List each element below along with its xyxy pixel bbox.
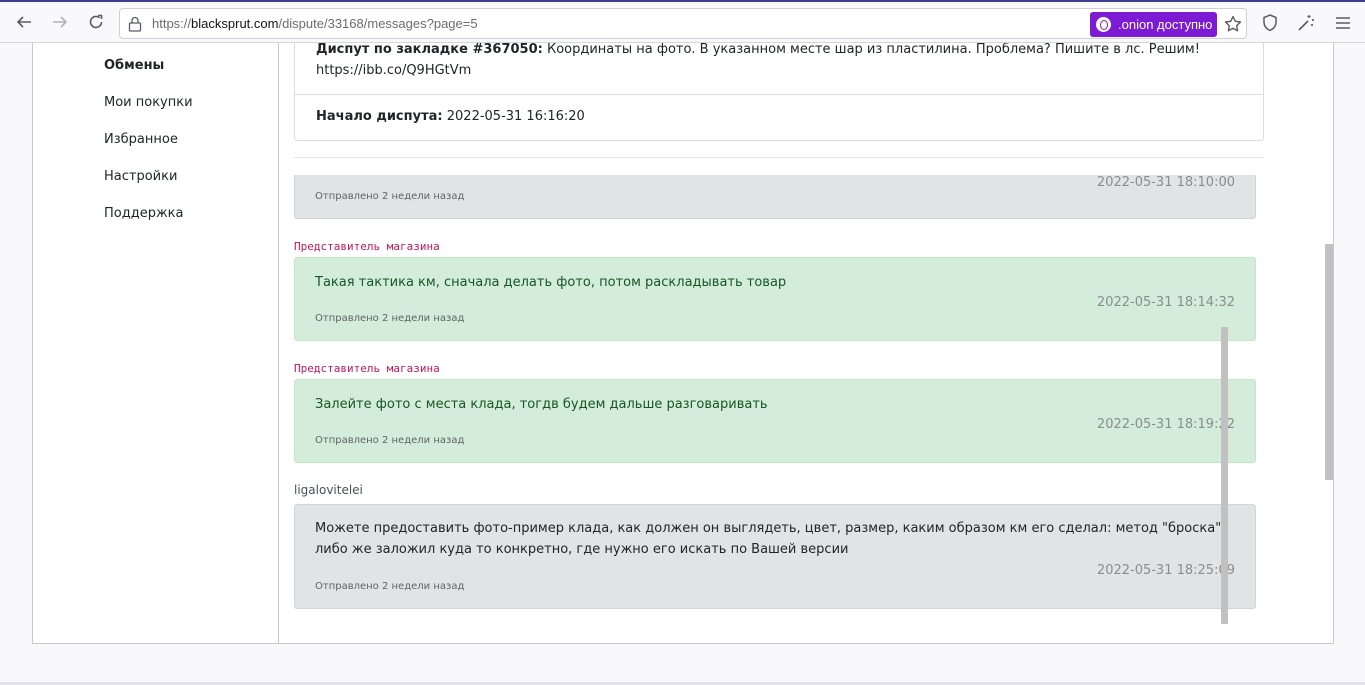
dispute-title: Диспут по закладке #367050: Координаты н… xyxy=(316,43,1246,81)
bookmark-star-icon[interactable] xyxy=(1223,14,1243,34)
message-author-shop: Представитель магазина xyxy=(294,362,440,375)
message-sent: Отправлено 2 недели назад xyxy=(315,581,465,592)
page-frame: Обмены Мои покупки Избранное Настройки П… xyxy=(32,43,1334,644)
dispute-content: Диспут по закладке #367050: Координаты н… xyxy=(279,43,1334,643)
message-text: Такая тактика км, сначала делать фото, п… xyxy=(315,275,787,290)
address-bar[interactable]: https://blacksprut.com/dispute/33168/mes… xyxy=(119,8,1247,39)
message-author-shop: Представитель магазина xyxy=(294,240,440,253)
page-info-icon[interactable] xyxy=(128,16,142,32)
message-time: 2022-05-31 18:19:22 xyxy=(1096,417,1235,432)
shield-icon[interactable] xyxy=(1260,13,1280,33)
sidebar-item-support[interactable]: Поддержка xyxy=(104,206,184,221)
message-text: Можете предоставить фото-пример клада, к… xyxy=(315,521,1226,557)
back-icon[interactable] xyxy=(13,11,35,33)
info-divider xyxy=(295,94,1263,95)
section-divider xyxy=(294,157,1264,158)
forward-icon[interactable] xyxy=(49,11,71,33)
dispute-title-label: Диспут по закладке #367050: xyxy=(316,43,543,57)
message-text: Залейте фото с места клада, тогдв будем … xyxy=(315,397,768,412)
message-sent: Отправлено 2 недели назад xyxy=(315,313,465,324)
dispute-start-value: 2022-05-31 16:16:20 xyxy=(446,109,585,124)
message-item: Такая тактика км, сначала делать фото, п… xyxy=(294,257,1256,341)
sidebar-item-favorites[interactable]: Избранное xyxy=(104,132,178,147)
message-item: Можете предоставить фото-пример клада, к… xyxy=(294,504,1256,609)
message-time: 2022-05-31 18:14:32 xyxy=(1096,295,1235,310)
message-time: 2022-05-31 18:25:09 xyxy=(1096,563,1235,578)
sidebar: Обмены Мои покупки Избранное Настройки П… xyxy=(33,43,279,643)
url-path: /dispute/33168/messages?page=5 xyxy=(278,16,478,31)
url-prefix: https:// xyxy=(152,16,192,31)
message-item: 2022-05-31 18:10:00 Отправлено 2 недели … xyxy=(294,175,1256,219)
onion-label: .onion доступно xyxy=(1118,17,1213,32)
sidebar-item-exchanges[interactable]: Обмены xyxy=(104,58,164,73)
dispute-info-card: Диспут по закладке #367050: Координаты н… xyxy=(294,43,1264,141)
magic-wand-icon[interactable] xyxy=(1296,13,1316,33)
page-scrollbar[interactable] xyxy=(1325,244,1333,480)
message-sent: Отправлено 2 недели назад xyxy=(315,435,465,446)
browser-toolbar: https://blacksprut.com/dispute/33168/mes… xyxy=(0,0,1365,43)
message-sent: Отправлено 2 недели назад xyxy=(315,191,465,202)
sidebar-item-settings[interactable]: Настройки xyxy=(104,169,177,184)
messages-scrollbar[interactable] xyxy=(1221,327,1228,624)
dispute-start: Начало диспута: 2022-05-31 16:16:20 xyxy=(316,106,585,127)
url-text[interactable]: https://blacksprut.com/dispute/33168/mes… xyxy=(152,16,478,31)
onion-available-button[interactable]: .onion доступно xyxy=(1090,12,1217,37)
dispute-start-label: Начало диспута: xyxy=(316,109,443,124)
message-time: 2022-05-31 18:10:00 xyxy=(1096,175,1235,190)
message-item: Залейте фото с места клада, тогдв будем … xyxy=(294,379,1256,463)
reload-icon[interactable] xyxy=(85,11,107,33)
url-host: blacksprut.com xyxy=(191,16,279,31)
onion-icon xyxy=(1096,17,1111,32)
message-author-user: ligalovitelei xyxy=(294,483,363,497)
menu-icon[interactable] xyxy=(1333,13,1353,33)
sidebar-item-purchases[interactable]: Мои покупки xyxy=(104,95,193,110)
